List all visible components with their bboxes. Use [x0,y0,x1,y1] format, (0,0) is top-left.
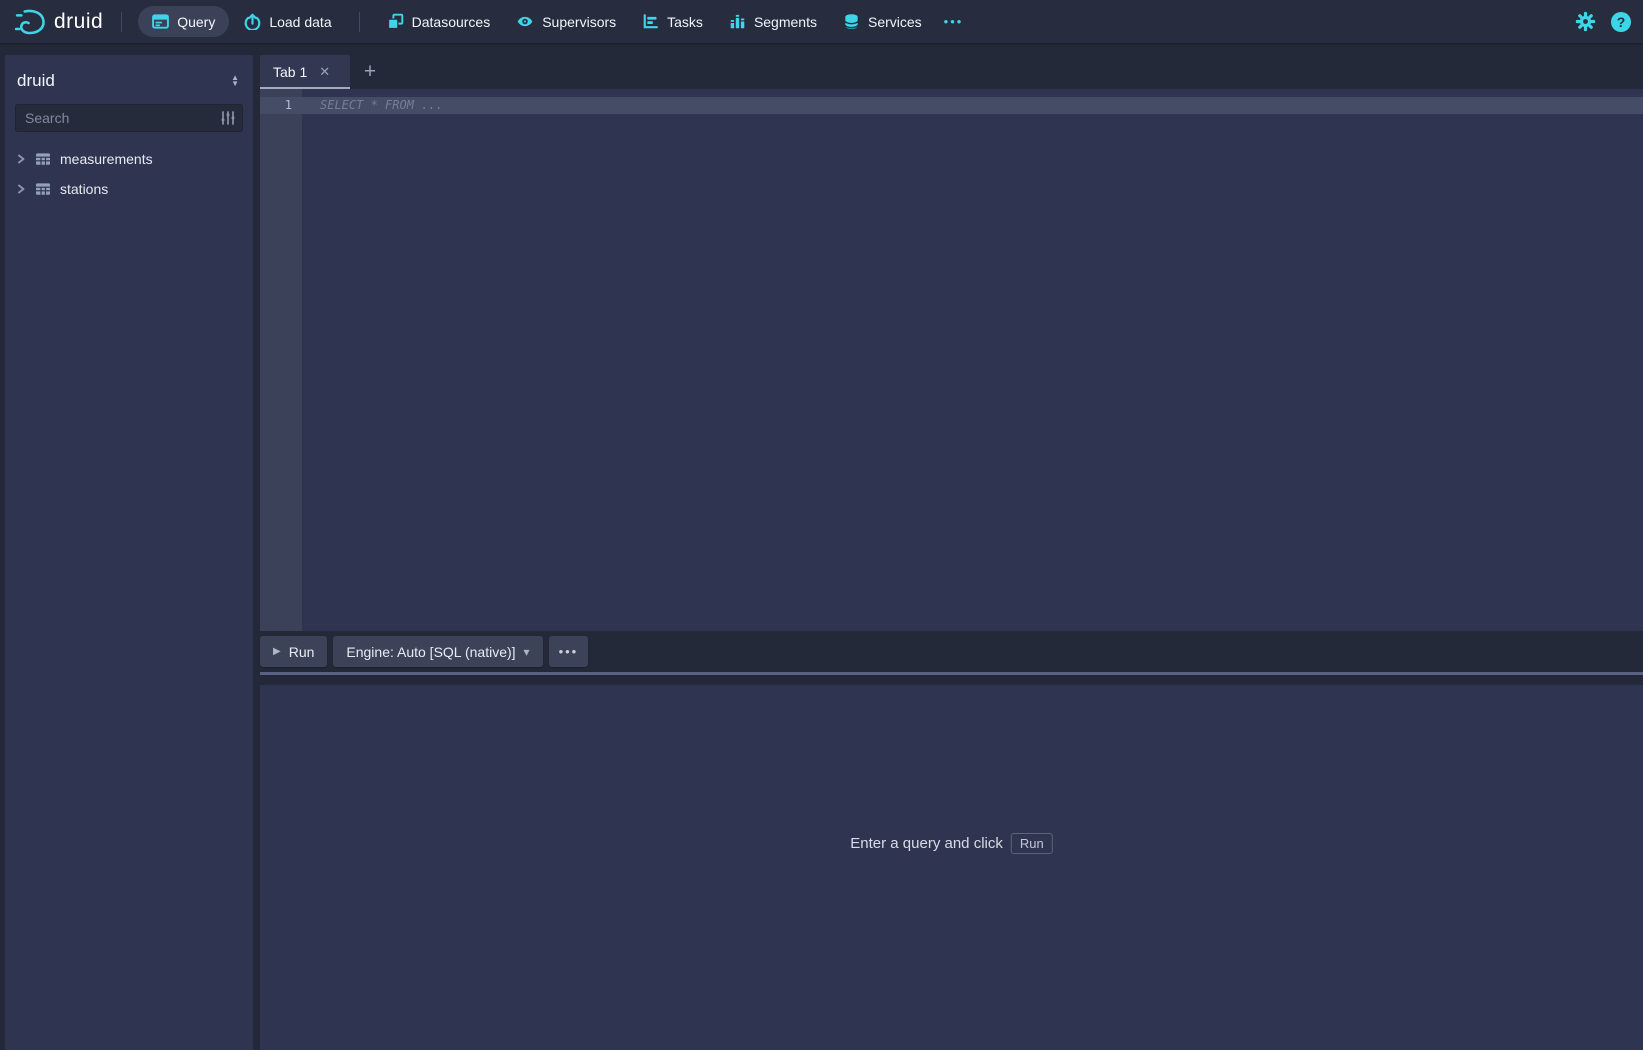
schema-sidebar: druid ▲ ▼ [5,55,253,1050]
engine-label: Engine: Auto [SQL (native)] [346,644,515,660]
duplicate-icon [387,13,404,30]
more-icon: ••• [559,644,579,659]
nav-item-label: Tasks [667,14,703,30]
nav-item-query[interactable]: Query [138,6,229,37]
chevron-right-icon[interactable] [16,184,26,194]
table-icon [35,151,51,167]
tree-item-measurements[interactable]: measurements [5,144,253,174]
run-button-label: Run [289,644,315,660]
play-icon: ▶ [273,646,281,657]
run-button[interactable]: ▶ Run [260,636,327,667]
stacked-chart-icon [729,13,746,30]
plus-icon: + [364,60,376,84]
navbar-divider [359,12,360,32]
search-input[interactable] [15,104,243,132]
eye-icon [516,13,534,30]
help-icon: ? [1617,14,1626,30]
nav-item-label: Supervisors [542,14,616,30]
editor-placeholder: SELECT * FROM ... [320,97,443,114]
table-icon [35,181,51,197]
application-icon [152,13,169,30]
gear-icon [1575,11,1596,32]
nav-item-label: Services [868,14,922,30]
nav-item-load-data[interactable]: Load data [233,6,342,37]
help-button[interactable]: ? [1611,12,1631,32]
add-tab-button[interactable]: + [353,55,387,89]
tree-item-label: measurements [60,151,153,167]
sidebar-title: druid [17,71,55,91]
chevron-right-icon[interactable] [16,154,26,164]
close-tab-icon[interactable]: ✕ [317,62,332,82]
query-tab-bar: Tab 1 ✕ + [260,55,1643,89]
druid-logo-icon [14,8,47,36]
run-key-hint: Run [1011,833,1053,854]
more-icon: ••• [944,14,964,29]
nav-item-tasks[interactable]: Tasks [631,6,714,37]
nav-more-button[interactable]: ••• [935,7,973,36]
filter-icon[interactable] [220,110,236,126]
editor-gutter [260,89,302,631]
empty-results-text: Enter a query and click [850,835,1003,852]
nav-item-segments[interactable]: Segments [718,6,828,37]
tab-query-1[interactable]: Tab 1 ✕ [260,55,350,89]
query-workbench: Tab 1 ✕ + 1 SELECT * FROM ... ▶ Run Engi… [260,43,1643,1050]
sql-editor[interactable]: 1 SELECT * FROM ... [260,89,1643,631]
tab-label: Tab 1 [273,64,307,80]
settings-button[interactable] [1575,11,1596,32]
tree-item-stations[interactable]: stations [5,174,253,204]
gantt-chart-icon [642,13,659,30]
nav-item-supervisors[interactable]: Supervisors [505,6,627,37]
upload-icon [244,13,261,30]
panel-resize-handle[interactable] [260,672,1643,675]
results-panel: Enter a query and click Run [260,685,1643,1050]
top-navbar: druid Query Load data [0,0,1643,43]
navbar-divider [121,12,122,32]
query-more-button[interactable]: ••• [549,636,589,667]
nav-item-services[interactable]: Services [832,6,933,37]
caret-down-icon: ▾ [524,645,530,659]
datasource-tree: measurements stations [5,144,253,204]
sort-desc-icon: ▼ [231,81,239,87]
active-line-highlight [260,97,1643,114]
empty-results-message: Enter a query and click Run [850,833,1052,854]
brand-wordmark: druid [54,10,103,34]
nav-item-label: Datasources [412,14,491,30]
nav-item-datasources[interactable]: Datasources [376,6,502,37]
nav-item-label: Load data [269,14,331,30]
nav-item-label: Query [177,14,215,30]
tree-item-label: stations [60,181,108,197]
engine-select-button[interactable]: Engine: Auto [SQL (native)] ▾ [333,636,542,667]
line-number: 1 [260,97,302,114]
sort-button[interactable]: ▲ ▼ [229,73,241,89]
run-toolbar: ▶ Run Engine: Auto [SQL (native)] ▾ ••• [260,636,588,667]
druid-logo[interactable]: druid [10,8,107,36]
database-icon [843,13,860,30]
nav-item-label: Segments [754,14,817,30]
